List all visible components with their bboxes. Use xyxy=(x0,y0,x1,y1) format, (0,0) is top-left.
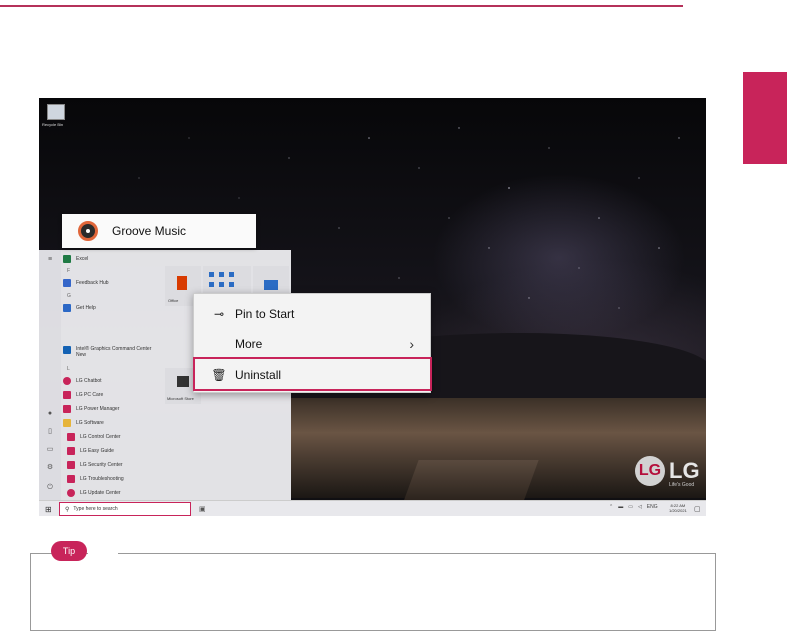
menu-item-label: More xyxy=(235,337,263,351)
power-icon[interactable]: ⏻ xyxy=(46,484,54,492)
search-input[interactable]: ⚲ Type here to search xyxy=(59,502,191,516)
app-label: Excel xyxy=(76,256,89,262)
volume-icon[interactable]: ◁ xyxy=(638,504,642,510)
intel-graphics-icon xyxy=(63,346,71,354)
lg-troubleshooting-icon xyxy=(67,475,75,483)
system-tray: ⌃ ▬ ▭ ◁ ENG xyxy=(609,504,658,510)
lg-update-center-icon xyxy=(67,489,75,497)
uninstall-highlight xyxy=(193,357,432,391)
list-item[interactable]: Intel® Graphics Command Center New xyxy=(63,346,151,362)
app-label: LG Easy Guide xyxy=(80,448,114,454)
language-indicator[interactable]: ENG xyxy=(647,504,658,510)
list-item[interactable]: LG Troubleshooting xyxy=(67,473,124,485)
groove-music-icon xyxy=(78,221,98,241)
office-icon xyxy=(177,276,187,290)
search-placeholder: Type here to search xyxy=(73,506,118,512)
lg-control-center-icon xyxy=(67,433,75,441)
groove-music-item[interactable]: Groove Music xyxy=(62,214,256,248)
list-item[interactable]: LG Software xyxy=(63,417,104,429)
network-icon[interactable]: ▭ xyxy=(628,504,633,510)
group-letter[interactable]: G xyxy=(67,293,71,299)
list-item[interactable]: LG Control Center xyxy=(67,431,121,443)
list-item[interactable]: Get Help xyxy=(63,302,96,314)
app-sublabel: New xyxy=(76,352,87,358)
folder-icon xyxy=(63,419,71,427)
list-item[interactable]: LG Chatbot xyxy=(63,375,102,387)
groove-music-label: Groove Music xyxy=(112,224,187,238)
group-letter[interactable]: L xyxy=(67,366,70,372)
group-letter[interactable]: F xyxy=(67,268,70,274)
clock-date: 1/20/2021 xyxy=(669,508,687,513)
list-item[interactable]: LG Easy Guide xyxy=(67,445,114,457)
list-item[interactable]: LG Update Center xyxy=(67,487,121,499)
app-label: LG PC Care xyxy=(76,392,104,398)
lg-slogan: Life's Good xyxy=(669,482,695,488)
excel-icon xyxy=(63,255,71,263)
more-item[interactable]: More › xyxy=(194,329,430,359)
document-icon[interactable]: ▯ xyxy=(46,428,54,436)
feedback-hub-icon xyxy=(63,279,71,287)
recycle-bin-label: Recycle Bin xyxy=(42,122,64,127)
list-item[interactable]: Excel xyxy=(63,253,88,265)
app-label: LG Troubleshooting xyxy=(80,476,124,482)
tip-badge: Tip xyxy=(51,541,87,561)
search-icon: ⚲ xyxy=(65,506,70,513)
start-menu-rail: ≡ ● ▯ ▭ ⚙ ⏻ xyxy=(39,250,61,502)
lg-pc-care-icon xyxy=(63,391,71,399)
app-label: LG Software xyxy=(76,420,104,426)
list-item[interactable]: LG Security Center xyxy=(67,459,123,471)
windows-start-icon[interactable]: ⊞ xyxy=(45,505,52,514)
mail-icon xyxy=(264,280,278,290)
app-label: LG Power Manager xyxy=(76,406,120,412)
get-help-icon xyxy=(63,304,71,312)
top-rule xyxy=(0,5,683,7)
settings-icon[interactable]: ⚙ xyxy=(46,464,54,472)
clock[interactable]: 8:22 AM 1/20/2021 xyxy=(669,503,687,513)
recycle-bin-icon[interactable] xyxy=(47,104,65,120)
tile-label: Microsoft Store xyxy=(167,396,194,401)
app-label: LG Security Center xyxy=(80,462,123,468)
pier xyxy=(403,460,539,502)
app-label: LG Control Center xyxy=(80,434,121,440)
menu-item-label: Pin to Start xyxy=(235,307,295,321)
chevron-up-icon[interactable]: ⌃ xyxy=(609,504,613,510)
lg-power-manager-icon xyxy=(63,405,71,413)
battery-icon[interactable]: ▬ xyxy=(618,504,623,510)
app-label: Get Help xyxy=(76,305,96,311)
task-view-icon[interactable]: ▣ xyxy=(199,505,206,513)
notification-icon[interactable]: ▢ xyxy=(694,505,701,513)
lg-easy-guide-icon xyxy=(67,447,75,455)
section-tab xyxy=(743,72,787,164)
list-item[interactable]: Feedback Hub xyxy=(63,277,109,289)
tile-label: Office xyxy=(168,298,179,303)
app-label: LG Chatbot xyxy=(76,378,102,384)
app-label: LG Update Center xyxy=(80,490,121,496)
lg-security-center-icon xyxy=(67,461,75,469)
user-icon[interactable]: ● xyxy=(46,410,54,418)
tip-gap xyxy=(88,553,118,554)
chevron-right-icon: › xyxy=(409,336,414,352)
pin-to-start-item[interactable]: ⊸ Pin to Start xyxy=(194,299,430,329)
taskbar: ⊞ ⚲ Type here to search ▣ ⌃ ▬ ▭ ◁ ENG 8:… xyxy=(39,500,706,516)
pictures-icon[interactable]: ▭ xyxy=(46,446,54,454)
menu-icon[interactable]: ≡ xyxy=(46,256,54,264)
lg-logo-mark: LG xyxy=(635,456,665,486)
list-item[interactable]: LG Power Manager xyxy=(63,403,119,415)
app-label: Feedback Hub xyxy=(76,280,109,286)
lg-chatbot-icon xyxy=(63,377,71,385)
list-item[interactable]: LG PC Care xyxy=(63,389,103,401)
pin-icon: ⊸ xyxy=(213,307,225,321)
tip-box xyxy=(30,553,716,631)
store-icon xyxy=(177,376,189,387)
lg-brand-text: LG xyxy=(669,458,700,483)
